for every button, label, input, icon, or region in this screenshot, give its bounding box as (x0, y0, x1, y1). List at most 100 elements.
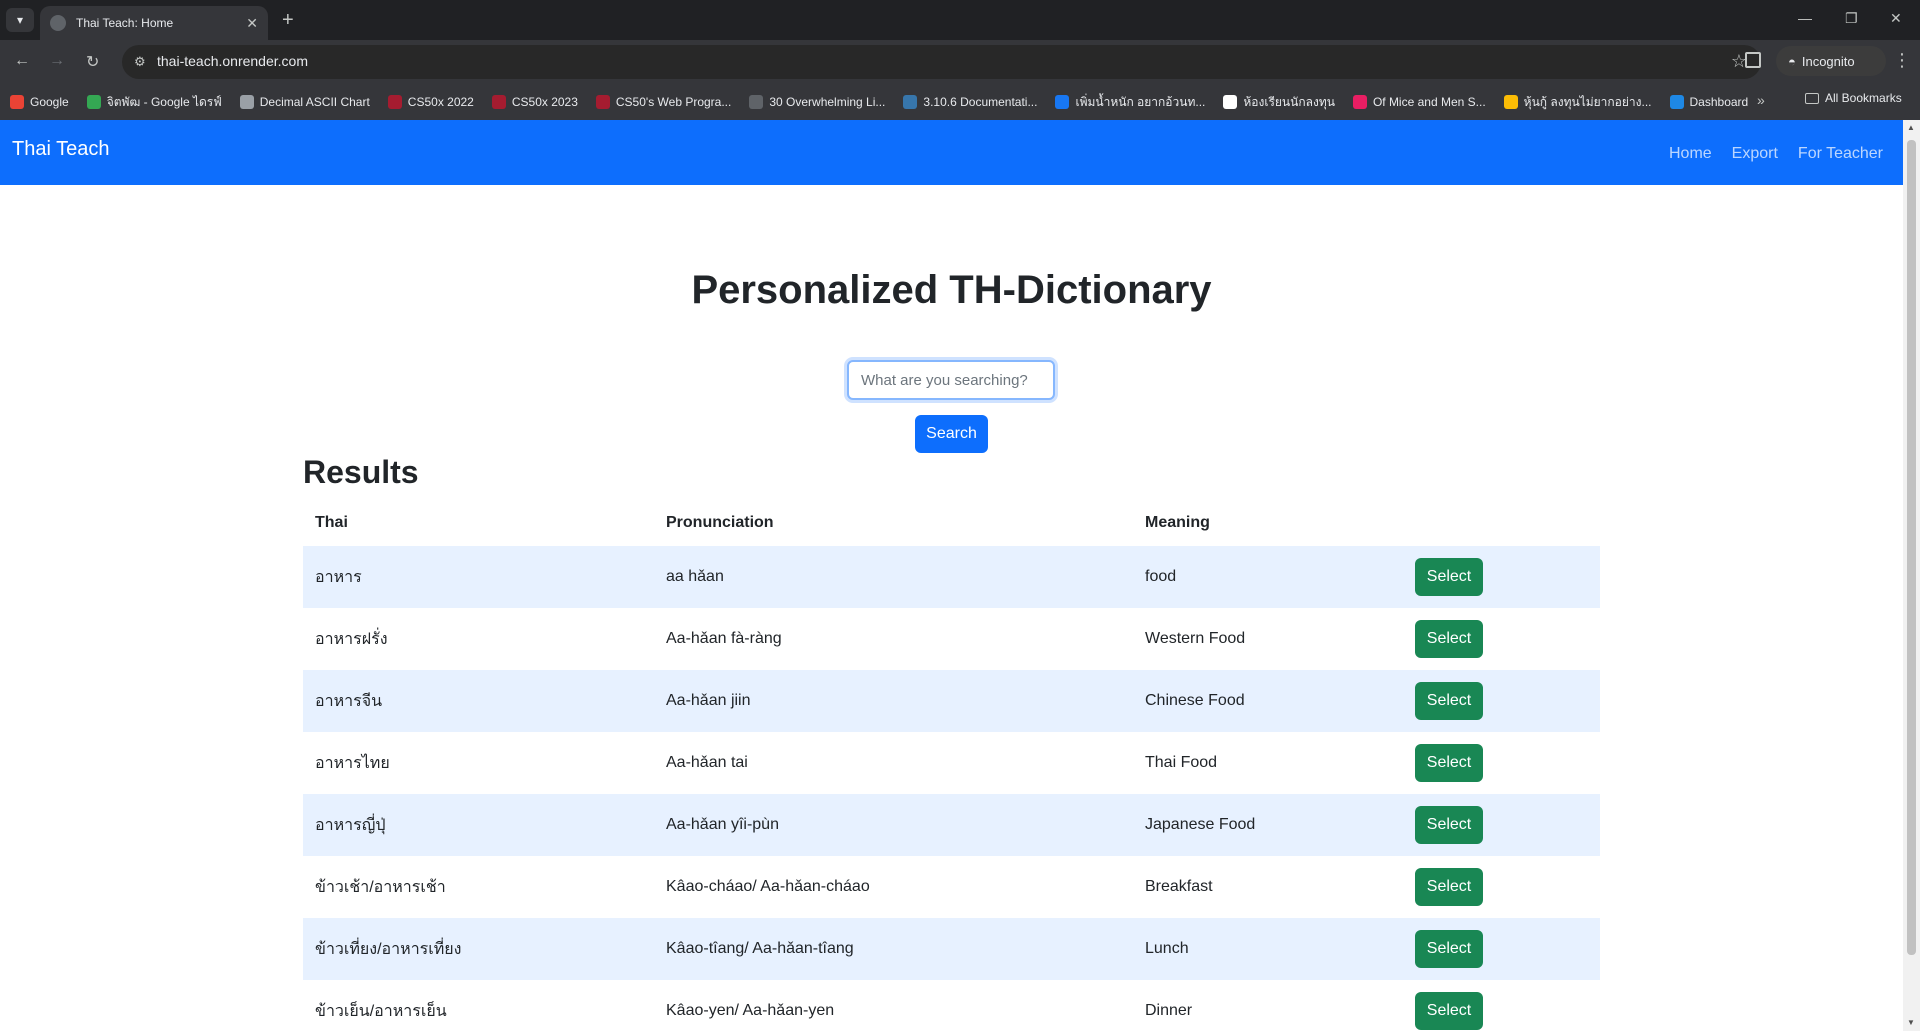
window-close-icon[interactable]: ✕ (1890, 10, 1902, 27)
bookmark-item[interactable]: Decimal ASCII Chart (239, 95, 370, 109)
bookmark-favicon-icon (903, 95, 918, 109)
cell-action: Select (1403, 856, 1600, 918)
bookmark-item[interactable]: Google (10, 95, 69, 109)
cell-meaning: Western Food (1145, 630, 1246, 647)
table-row: อาหารฝรั่ง Aa-hǎan fà-ràng Western Food Sel… (303, 608, 1600, 670)
bookmark-item[interactable]: 3.10.6 Documentati... (903, 95, 1037, 109)
table-row: ข้าวเช้า/อาหารเช้า Kâao-cháao/ Aa-hǎan-ch… (303, 856, 1600, 918)
select-button[interactable]: Select (1415, 744, 1483, 782)
scroll-thumb[interactable] (1907, 140, 1916, 955)
bookmark-item[interactable]: เพิ่มน้ำหนัก อยากอ้วนท... (1055, 93, 1205, 112)
bookmark-label: Dashboard (1689, 95, 1749, 109)
select-button[interactable]: Select (1415, 992, 1483, 1030)
nav-export-link[interactable]: Export (1732, 145, 1778, 163)
bookmark-label: เพิ่มน้ำหนัก อยากอ้วนท... (1075, 94, 1206, 109)
incognito-icon: ◓ (1788, 53, 1796, 69)
table-row: ข้าวเย็น/อาหารเย็น Kâao-yen/ Aa-hǎan-yen D… (303, 980, 1600, 1031)
bookmark-label: CS50x 2022 (407, 95, 474, 109)
page-title: Personalized TH-Dictionary (691, 268, 1212, 312)
cell-pronunciation: aa hǎan (666, 568, 724, 585)
cell-thai: อาหารฝรั่ง (315, 630, 388, 648)
search-button[interactable]: Search (915, 415, 988, 453)
bookmark-favicon-icon (86, 95, 101, 109)
select-button[interactable]: Select (1415, 868, 1483, 906)
bookmarks-bar: Google จิตพัฒ - Google ไดรฟ์ Decimal ASCII… (0, 84, 1920, 120)
all-bookmarks-label: All Bookmarks (1825, 91, 1902, 105)
bookmark-item[interactable]: จิตพัฒ - Google ไดรฟ์ (86, 93, 222, 112)
back-icon[interactable]: ← (14, 52, 30, 70)
browser-menu-icon[interactable]: ⋮ (1893, 50, 1911, 71)
new-tab-button[interactable]: + (282, 8, 294, 32)
incognito-label: Incognito (1801, 53, 1855, 69)
bookmark-item[interactable]: Of Mice and Men S... (1352, 95, 1486, 109)
side-panel-icon[interactable] (1745, 52, 1761, 68)
bookmark-item[interactable]: CS50x 2023 (491, 95, 578, 109)
bookmark-label: หุ้นกู้ ลงทุนไม่ยากอย่าง... (1523, 94, 1652, 109)
chevron-double-right-icon[interactable]: » (1757, 92, 1765, 108)
cell-meaning: Chinese Food (1145, 692, 1245, 709)
cell-meaning: Thai Food (1145, 754, 1218, 771)
nav-for-teacher-link[interactable]: For Teacher (1798, 145, 1883, 163)
incognito-badge[interactable]: ◓ Incognito (1776, 46, 1886, 76)
bookmark-label: 30 Overwhelming Li... (769, 95, 886, 109)
cell-pronunciation: Kâao-cháao/ Aa-hǎan-cháao (666, 878, 870, 895)
search-input[interactable] (847, 360, 1055, 400)
bookmark-favicon-icon (1503, 95, 1518, 109)
cell-meaning: Lunch (1145, 940, 1189, 957)
table-row: อาหารญี่ปุ่ Aa-hǎan yîi-pùn Japanese Food S… (303, 794, 1600, 856)
cell-action: Select (1403, 918, 1600, 980)
select-button[interactable]: Select (1415, 806, 1483, 844)
cell-pronunciation: Aa-hǎan jiin (666, 692, 751, 709)
bookmark-item[interactable]: 30 Overwhelming Li... (749, 95, 885, 109)
cell-thai: อาหาร (315, 568, 362, 586)
cell-pronunciation: Aa-hǎan fà-ràng (666, 630, 782, 647)
page-scrollbar[interactable]: ▲ ▼ (1903, 120, 1920, 1031)
reload-icon[interactable]: ↻ (86, 52, 99, 72)
select-button[interactable]: Select (1415, 558, 1483, 596)
cell-action: Select (1403, 546, 1600, 608)
cell-pronunciation: Kâao-yen/ Aa-hǎan-yen (666, 1002, 835, 1019)
cell-pronunciation: Kâao-tîang/ Aa-hǎan-tîang (666, 940, 854, 957)
nav-links: Home Export For Teacher (1669, 145, 1883, 163)
bookmark-favicon-icon (387, 95, 402, 109)
tab-bar: ▾ Thai Teach: Home ✕ + — ❐ ✕ (0, 0, 1920, 40)
scroll-down-icon[interactable]: ▼ (1907, 1018, 1915, 1027)
bookmark-favicon-icon (1352, 95, 1367, 109)
column-header-action (1403, 500, 1600, 546)
select-button[interactable]: Select (1415, 620, 1483, 658)
all-bookmarks-button[interactable]: All Bookmarks (1805, 91, 1902, 105)
tab-search-button[interactable]: ▾ (6, 8, 34, 32)
cell-meaning: Dinner (1145, 1002, 1193, 1019)
results-body: อาหาร aa hǎan food Select อาหารฝรั่ง Aa-hǎan … (303, 546, 1600, 1031)
bookmark-item[interactable]: CS50x 2022 (387, 95, 474, 109)
bookmark-label: ห้องเรียนนักลงทุน (1243, 94, 1335, 109)
scroll-up-icon[interactable]: ▲ (1907, 123, 1915, 132)
url-text[interactable]: thai-teach.onrender.com (157, 53, 308, 69)
close-icon[interactable]: ✕ (246, 15, 258, 32)
bookmark-item[interactable]: Dashboard (1669, 95, 1749, 109)
address-bar[interactable]: ⚙ thai-teach.onrender.com ☆ (122, 45, 1761, 79)
column-header-meaning: Meaning (1145, 514, 1210, 531)
bookmark-item[interactable]: ห้องเรียนนักลงทุน (1223, 93, 1335, 112)
globe-icon (50, 15, 66, 31)
restore-icon[interactable]: ❐ (1845, 10, 1858, 27)
table-row: อาหารจีน Aa-hǎan jiin Chinese Food Select (303, 670, 1600, 732)
bookmark-label: Google (30, 95, 69, 109)
cell-meaning: Breakfast (1145, 878, 1213, 895)
cell-action: Select (1403, 732, 1600, 794)
select-button[interactable]: Select (1415, 930, 1483, 968)
cell-thai: อาหารจีน (315, 692, 383, 710)
table-row: อาหาร aa hǎan food Select (303, 546, 1600, 608)
site-info-icon[interactable]: ⚙ (134, 54, 146, 70)
browser-tab[interactable]: Thai Teach: Home ✕ (40, 6, 268, 40)
nav-home-link[interactable]: Home (1669, 145, 1712, 163)
forward-icon[interactable]: → (49, 52, 65, 70)
minimize-icon[interactable]: — (1798, 10, 1812, 26)
bookmark-favicon-icon (10, 95, 24, 109)
bookmark-item[interactable]: CS50's Web Progra... (595, 95, 731, 109)
brand-link[interactable]: Thai Teach (12, 138, 109, 161)
select-button[interactable]: Select (1415, 682, 1483, 720)
bookmark-favicon-icon (239, 95, 254, 109)
bookmark-item[interactable]: หุ้นกู้ ลงทุนไม่ยากอย่าง... (1503, 93, 1652, 112)
cell-action: Select (1403, 608, 1600, 670)
